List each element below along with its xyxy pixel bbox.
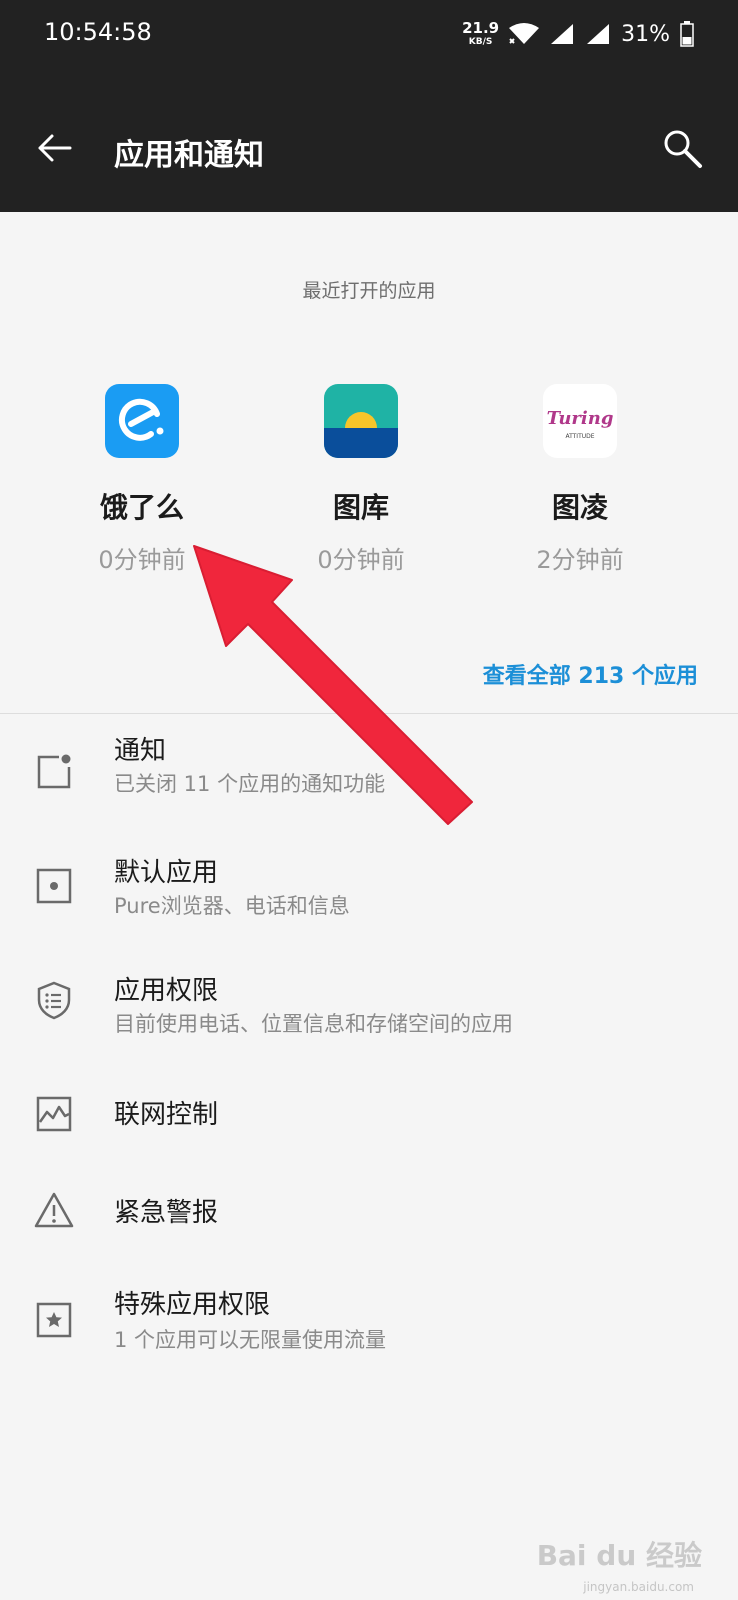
- star-box-icon: [36, 1302, 72, 1338]
- recent-app-gallery[interactable]: 图库 0分钟前: [251, 384, 471, 575]
- settings-item-emergency-alerts[interactable]: 紧急警报: [0, 1186, 738, 1266]
- settings-item-title: 默认应用: [114, 858, 219, 888]
- recent-app-eleme[interactable]: 饿了么 0分钟前: [32, 384, 252, 575]
- settings-item-title: 应用权限: [114, 976, 219, 1006]
- settings-item-subtitle: 目前使用电话、位置信息和存储空间的应用: [114, 1012, 513, 1036]
- status-time: 10:54:58: [44, 18, 152, 46]
- network-speed-unit: KB/S: [468, 37, 493, 47]
- wifi-icon: [509, 23, 540, 44]
- network-speed: 21.9 KB/S: [462, 21, 499, 47]
- signal-icon-2: [587, 24, 610, 44]
- gallery-app-icon: [324, 384, 398, 458]
- app-time: 2分钟前: [536, 546, 624, 574]
- app-name: 饿了么: [99, 491, 184, 524]
- battery-icon: [680, 21, 694, 47]
- svg-text:Turing: Turing: [547, 408, 614, 429]
- app-name: 图库: [332, 491, 389, 524]
- recent-app-turing[interactable]: Turing ATTITUDE 图凌 2分钟前: [470, 384, 690, 575]
- warning-icon: [34, 1192, 74, 1228]
- settings-item-title: 通知: [114, 736, 167, 766]
- turing-app-icon: Turing ATTITUDE: [543, 384, 617, 458]
- battery-percent: 31%: [621, 21, 670, 47]
- settings-item-default-apps[interactable]: 默认应用 Pure浏览器、电话和信息: [0, 844, 738, 954]
- arrow-left-icon[interactable]: [34, 128, 74, 168]
- settings-item-subtitle: 1 个应用可以无限量使用流量: [114, 1328, 387, 1352]
- app-name: 图凌: [551, 491, 608, 524]
- settings-item-subtitle: 已关闭 11 个应用的通知功能: [114, 772, 386, 796]
- recent-apps-label: 最近打开的应用: [302, 280, 436, 302]
- watermark: Bai du 经验: [536, 1539, 702, 1572]
- divider: [0, 713, 738, 714]
- signal-icon: [551, 24, 574, 44]
- settings-item-subtitle: Pure浏览器、电话和信息: [114, 894, 350, 918]
- eleme-app-icon: [105, 384, 179, 458]
- view-all-apps-link[interactable]: 查看全部 213 个应用: [483, 658, 698, 690]
- shield-icon: [37, 981, 71, 1020]
- app-time: 0分钟前: [98, 546, 186, 574]
- app-bar: 10:54:58 21.9 KB/S 31% 应用和通知: [0, 0, 738, 212]
- svg-text:ATTITUDE: ATTITUDE: [565, 433, 594, 440]
- settings-item-special-access[interactable]: 特殊应用权限 1 个应用可以无限量使用流量: [0, 1284, 738, 1394]
- settings-item-title: 联网控制: [114, 1100, 219, 1130]
- settings-item-network-control[interactable]: 联网控制: [0, 1088, 738, 1168]
- settings-item-notifications[interactable]: 通知 已关闭 11 个应用的通知功能: [0, 722, 738, 832]
- default-app-icon: [36, 868, 72, 904]
- settings-item-title: 紧急警报: [114, 1198, 219, 1228]
- notification-icon: [37, 754, 71, 789]
- network-chart-icon: [36, 1096, 72, 1132]
- app-time: 0分钟前: [317, 546, 405, 574]
- settings-item-title: 特殊应用权限: [114, 1290, 271, 1320]
- status-icons: 21.9 KB/S 31%: [462, 14, 694, 54]
- watermark-url: jingyan.baidu.com: [583, 1580, 694, 1594]
- settings-item-permissions[interactable]: 应用权限 目前使用电话、位置信息和存储空间的应用: [0, 966, 738, 1076]
- page-title: 应用和通知: [114, 138, 264, 173]
- network-speed-value: 21.9: [462, 19, 500, 37]
- search-icon[interactable]: [660, 126, 706, 172]
